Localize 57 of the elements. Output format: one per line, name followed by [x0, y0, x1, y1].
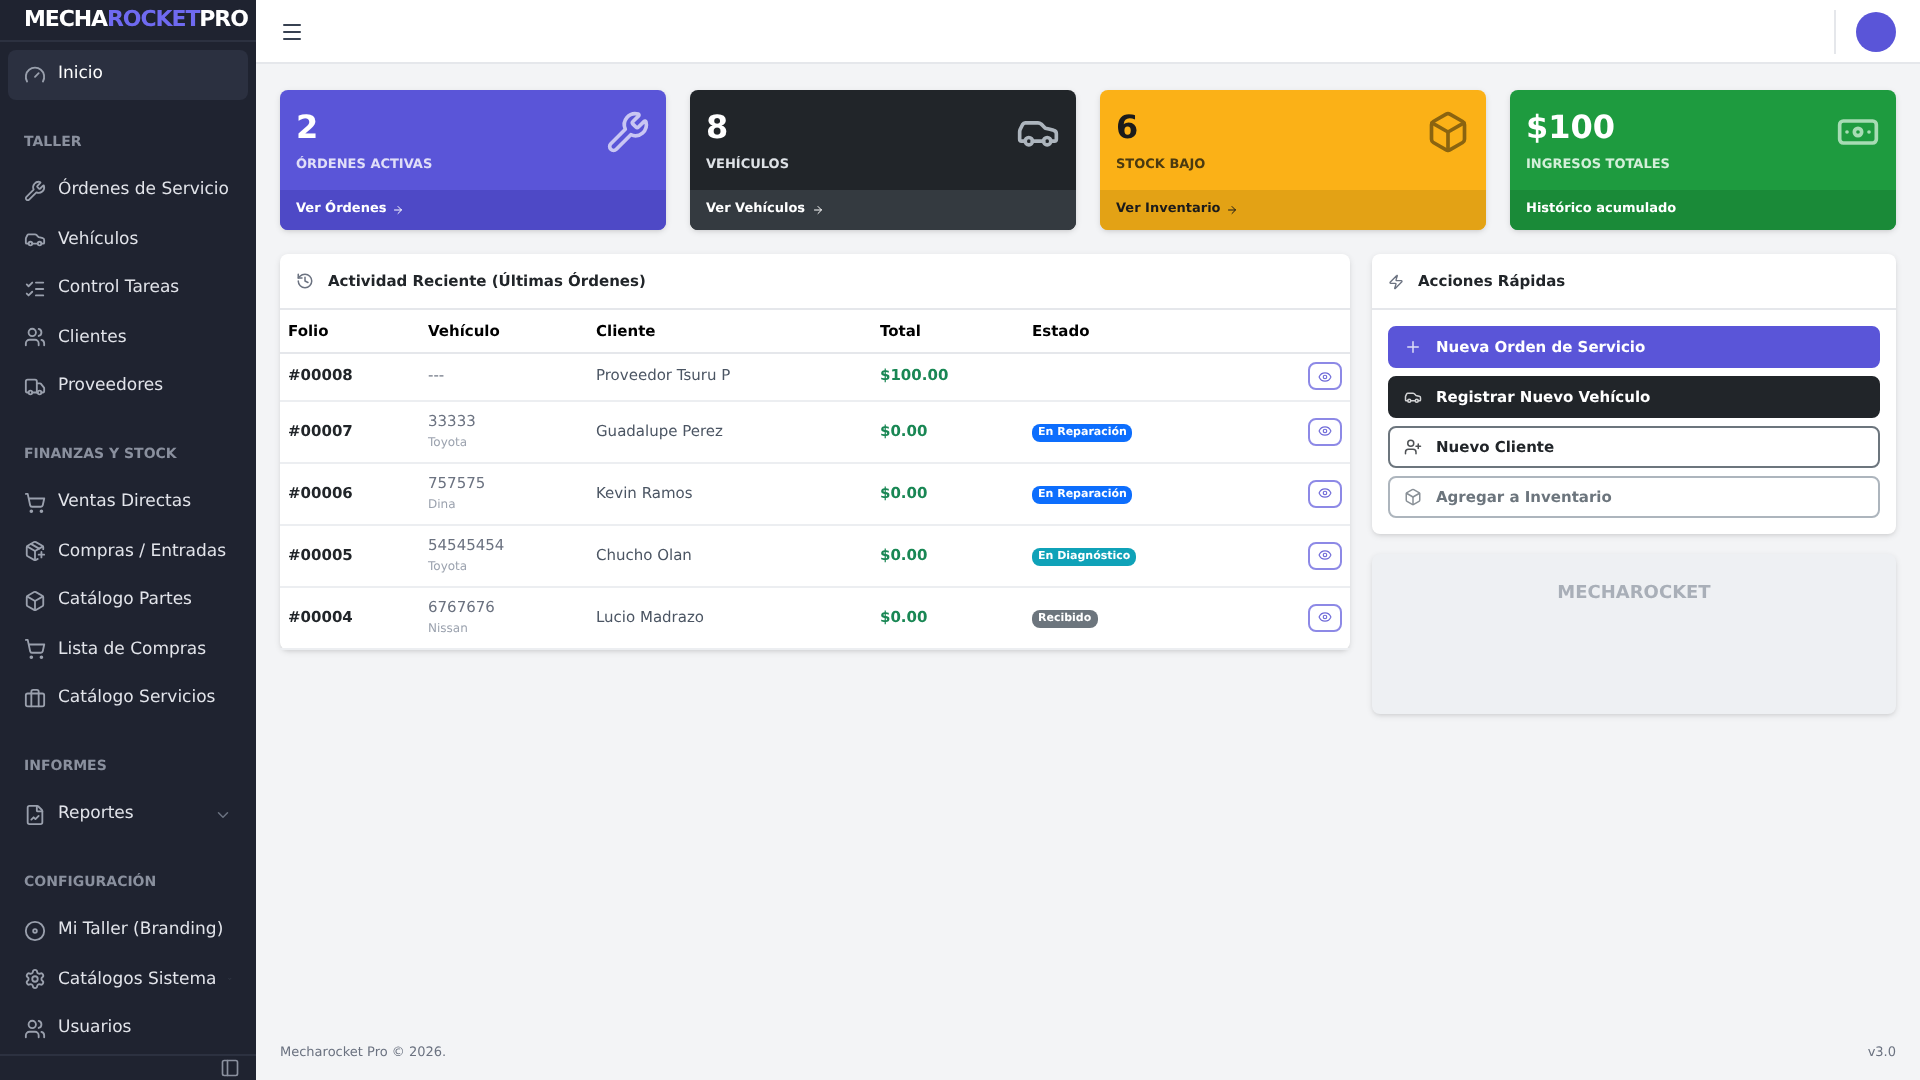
stat-value: 8 — [706, 110, 731, 146]
stat-value: 2 — [296, 110, 321, 146]
cart-icon — [24, 638, 46, 661]
user-plus-icon — [1404, 438, 1422, 456]
car-icon — [1404, 388, 1422, 406]
sidebar-item[interactable]: Vehículos — [8, 215, 248, 265]
sidebar-item[interactable]: Mi Taller (Branding) — [8, 906, 248, 956]
eye-icon — [1318, 610, 1332, 624]
eye-icon — [1318, 548, 1332, 562]
sidebar-item[interactable]: Clientes — [8, 313, 248, 363]
promo-title: MECHAROCKET — [1557, 582, 1711, 608]
list-icon — [24, 277, 46, 300]
sidebar-item[interactable]: Usuarios — [8, 1004, 248, 1054]
view-button[interactable] — [1308, 479, 1342, 507]
sidebar-item[interactable]: Ventas Directas — [8, 478, 248, 528]
eye-icon — [1318, 424, 1332, 438]
sidebar-item[interactable]: Catálogo Partes — [8, 576, 248, 626]
box-icon — [1404, 488, 1422, 506]
truck-icon — [24, 375, 46, 398]
box-icon — [1426, 110, 1470, 154]
wrench-icon — [606, 110, 650, 154]
sidebar-item[interactable]: Inicio — [8, 50, 248, 100]
sidebar-item[interactable]: Control Tareas — [8, 264, 248, 314]
lightning-icon — [1388, 273, 1404, 289]
view-button[interactable] — [1308, 362, 1342, 390]
briefcase-icon — [24, 687, 46, 710]
users-icon — [24, 1017, 46, 1040]
view-button[interactable] — [1308, 417, 1342, 445]
sidebar-item[interactable]: Lista de Compras — [8, 625, 248, 675]
sidebar-item[interactable]: Catálogos Sistema — [8, 955, 248, 1005]
cart-icon — [24, 491, 46, 514]
collapse-sidebar-icon[interactable] — [220, 1057, 240, 1078]
view-button[interactable] — [1308, 603, 1342, 631]
eye-icon — [1318, 486, 1332, 500]
view-button[interactable] — [1308, 541, 1342, 569]
users-icon — [24, 326, 46, 349]
plus-icon — [1404, 338, 1422, 356]
brand-logo[interactable]: MECHAROCKETPRO — [24, 3, 248, 37]
eye-icon — [1318, 369, 1332, 383]
stat-value: $100 — [1526, 110, 1618, 146]
history-icon — [296, 272, 314, 290]
stat-value: 6 — [1116, 110, 1141, 146]
menu-icon[interactable] — [280, 19, 304, 43]
inbox-icon — [24, 540, 46, 563]
sidebar-item[interactable]: Reportes — [8, 790, 248, 840]
report-icon — [24, 803, 46, 826]
gauge-icon — [24, 63, 46, 86]
disc-icon — [24, 919, 46, 942]
wrench-icon — [24, 179, 46, 202]
settings-icon — [24, 968, 46, 991]
user-avatar[interactable] — [1856, 11, 1896, 51]
sidebar-item[interactable]: Proveedores — [8, 362, 248, 412]
sidebar-item[interactable]: Catálogo Servicios — [8, 674, 248, 724]
car-icon — [24, 228, 46, 251]
box-icon — [24, 589, 46, 612]
sidebar-item[interactable]: Órdenes de Servicio — [8, 166, 248, 216]
sidebar-item[interactable]: Compras / Entradas — [8, 527, 248, 577]
